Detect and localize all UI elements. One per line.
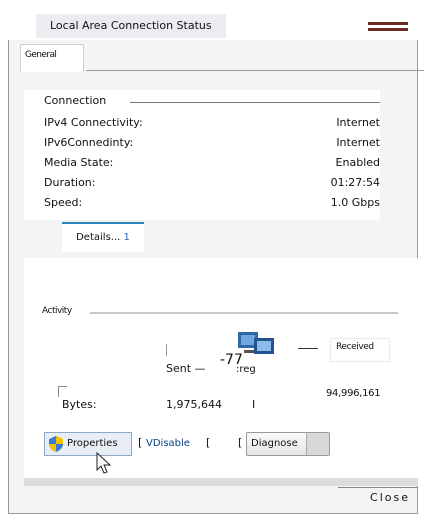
duration-value: 01:27:54: [330, 176, 380, 189]
details-label: Details...: [76, 232, 121, 243]
bottom-strip: [24, 478, 418, 486]
media-state-row: Media State: Enabled: [44, 156, 380, 172]
bytes-tick: [58, 386, 67, 397]
window-title: Local Area Connection Status: [36, 14, 226, 38]
speed-label: Speed:: [44, 196, 83, 209]
sent-tick: [166, 344, 167, 356]
bytes-mid-mark: I: [252, 398, 256, 411]
close-button[interactable]: Close: [370, 491, 410, 504]
duration-row: Duration: 01:27:54: [44, 176, 380, 192]
separator-2: [: [206, 436, 211, 449]
media-state-value: Enabled: [335, 156, 380, 169]
connection-panel: Connection IPv4 Connectivity: Internet I…: [24, 90, 380, 220]
ipv4-label: IPv4 Connectivity:: [44, 116, 143, 129]
received-dash: [298, 348, 318, 349]
bytes-label: Bytes:: [62, 398, 97, 411]
tab-strip: General: [20, 44, 424, 72]
connection-heading-row: Connection: [44, 94, 380, 110]
mouse-pointer-icon: [96, 452, 112, 474]
speed-row: Speed: 1.0 Gbps: [44, 196, 380, 212]
ipv6-label: IPv6Connedinty:: [44, 136, 134, 149]
ipv4-row: IPv4 Connectivity: Internet: [44, 116, 380, 132]
sent-label: Sent —: [166, 362, 206, 375]
tab-general[interactable]: General: [20, 44, 84, 72]
separator-1: [: [138, 436, 143, 449]
connection-heading: Connection: [44, 94, 107, 107]
tab-divider: [86, 70, 424, 71]
details-number: 1: [123, 232, 130, 243]
ipv6-row: IPv6Connedinty: Internet: [44, 136, 380, 152]
diagnose-button[interactable]: Diagnose: [246, 432, 330, 456]
connection-divider: [130, 102, 380, 103]
duration-label: Duration:: [44, 176, 96, 189]
bytes-received-value: 94,996,161: [326, 388, 381, 399]
properties-button[interactable]: Properties: [44, 432, 132, 456]
ipv6-value: Internet: [336, 136, 380, 149]
title-bar: Local Area Connection Status: [8, 6, 418, 40]
properties-label: Properties: [67, 438, 118, 449]
sent-suffix: :reg: [236, 364, 256, 375]
diagnose-label: Diagnose: [251, 438, 298, 449]
details-button[interactable]: Details... 1: [62, 222, 144, 252]
chevron-down-icon[interactable]: [306, 433, 329, 455]
window-close-icon[interactable]: [368, 22, 408, 34]
ipv4-value: Internet: [336, 116, 380, 129]
speed-value: 1.0 Gbps: [330, 196, 380, 209]
separator-3: [: [238, 436, 243, 449]
shield-icon: [49, 436, 63, 452]
activity-divider: [90, 312, 398, 314]
close-divider: [338, 487, 418, 488]
disable-button[interactable]: VDisable: [146, 432, 190, 456]
received-label: Received: [336, 342, 374, 352]
bytes-sent-value: 1,975,644: [166, 398, 222, 411]
activity-heading: Activity: [42, 306, 72, 316]
media-state-label: Media State:: [44, 156, 114, 169]
